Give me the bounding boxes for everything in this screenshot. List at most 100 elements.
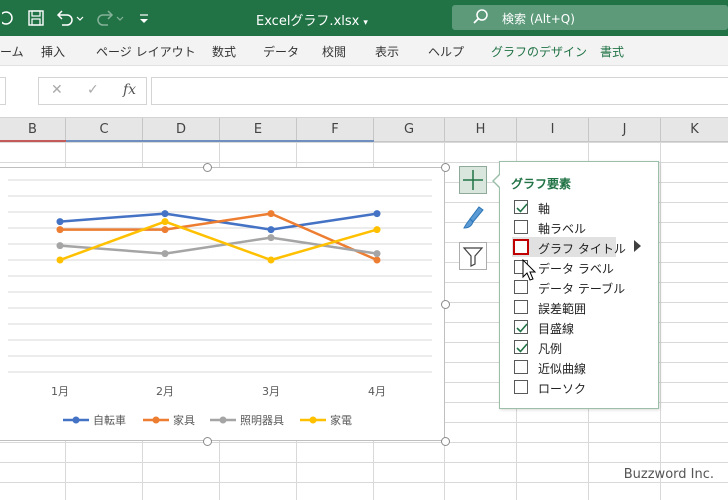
search-icon: [472, 8, 490, 26]
resize-handle-bottom[interactable]: [203, 437, 212, 446]
x-tick-label: 1月: [51, 385, 69, 398]
x-tick-label: 2月: [156, 385, 174, 398]
mouse-cursor-icon: [522, 259, 537, 281]
formula-input[interactable]: [151, 77, 728, 105]
chart-element-checkbox[interactable]: [514, 360, 528, 374]
data-point[interactable]: [373, 210, 381, 218]
filter-icon: [462, 247, 484, 267]
data-point[interactable]: [56, 218, 64, 226]
tab-review[interactable]: 校閲: [322, 43, 346, 60]
title-bar: Excelグラフ.xlsx ▾ 検索 (Alt+Q): [0, 0, 728, 36]
brush-icon: [463, 206, 484, 229]
column-header-c[interactable]: C: [66, 118, 143, 142]
chart-element-checkbox[interactable]: [514, 300, 528, 314]
data-point[interactable]: [161, 250, 169, 258]
chart-element-item[interactable]: 目盛線: [500, 317, 658, 337]
legend-label[interactable]: 家具: [173, 413, 195, 427]
column-header-h[interactable]: H: [445, 118, 517, 142]
save-icon[interactable]: [27, 9, 45, 31]
search-box[interactable]: 検索 (Alt+Q): [452, 5, 728, 30]
data-point[interactable]: [161, 218, 169, 226]
data-point[interactable]: [267, 226, 275, 234]
legend-marker: [72, 416, 80, 424]
resize-handle-right[interactable]: [441, 300, 450, 309]
chart-element-item[interactable]: 近似曲線: [500, 357, 658, 377]
chart-element-checkbox[interactable]: [514, 200, 528, 214]
tab-help[interactable]: ヘルプ: [428, 43, 464, 60]
checkmark-icon: [516, 203, 528, 213]
column-header-k[interactable]: K: [661, 118, 728, 142]
resize-handle-bottom-right[interactable]: [441, 437, 450, 446]
customize-toolbar-icon[interactable]: [138, 9, 150, 31]
chart-element-checkbox[interactable]: [514, 380, 528, 394]
document-title[interactable]: Excelグラフ.xlsx ▾: [256, 10, 368, 29]
data-point[interactable]: [56, 256, 64, 264]
data-point[interactable]: [267, 256, 275, 264]
data-point[interactable]: [267, 234, 275, 242]
data-point[interactable]: [267, 210, 275, 218]
chart-element-item[interactable]: 軸ラベル: [500, 217, 658, 237]
legend-marker: [152, 416, 160, 424]
tab-data[interactable]: データ: [263, 43, 299, 60]
legend-marker: [219, 416, 227, 424]
chart-element-label: 軸: [538, 202, 551, 216]
column-header-j[interactable]: J: [589, 118, 661, 142]
chart-elements-button[interactable]: [459, 166, 487, 194]
resize-handle-top-right[interactable]: [441, 163, 450, 172]
tab-view[interactable]: 表示: [375, 43, 399, 60]
data-point[interactable]: [161, 210, 169, 218]
tab-formulas[interactable]: 数式: [212, 43, 236, 60]
tab-home[interactable]: ーム: [0, 43, 24, 60]
resize-handle-top[interactable]: [203, 163, 212, 172]
column-header-f[interactable]: F: [297, 118, 374, 142]
chart-element-item[interactable]: 軸: [500, 197, 658, 217]
column-header-b[interactable]: B: [0, 118, 66, 142]
data-point[interactable]: [56, 226, 64, 234]
tab-chart-design[interactable]: グラフのデザイン: [491, 43, 587, 60]
column-header-d[interactable]: D: [143, 118, 220, 142]
name-box[interactable]: [0, 77, 6, 105]
chart-styles-button[interactable]: [459, 204, 487, 232]
data-point[interactable]: [56, 242, 64, 250]
insert-function-icon[interactable]: fx: [123, 82, 136, 98]
chart-element-item[interactable]: グラフ タイトル: [500, 237, 658, 257]
enter-icon[interactable]: ✓: [87, 82, 99, 98]
data-point[interactable]: [373, 250, 381, 258]
chart-element-item[interactable]: 凡例: [500, 337, 658, 357]
chart-element-checkbox[interactable]: [514, 320, 528, 334]
chart-filters-button[interactable]: [459, 242, 487, 270]
column-header-i[interactable]: I: [517, 118, 589, 142]
column-headers: B C D E F G H I J K: [0, 118, 728, 142]
chart-element-checkbox[interactable]: [514, 220, 528, 234]
redo-icon[interactable]: [95, 9, 125, 31]
column-header-g[interactable]: G: [374, 118, 445, 142]
chart-element-item[interactable]: ローソク: [500, 377, 658, 397]
tab-page-layout[interactable]: ページ レイアウト: [96, 43, 196, 60]
ribbon-tabs: ーム 挿入 ページ レイアウト 数式 データ 校閲 表示 ヘルプ グラフのデザイ…: [0, 36, 728, 66]
chart-element-checkbox[interactable]: [513, 239, 529, 255]
data-point[interactable]: [373, 256, 381, 264]
data-point[interactable]: [161, 226, 169, 234]
plus-icon: [463, 170, 483, 190]
cancel-icon[interactable]: ✕: [51, 82, 63, 98]
legend-label[interactable]: 自転車: [93, 413, 126, 427]
x-tick-label: 3月: [262, 385, 280, 398]
line-chart[interactable]: 1月 2月 3月 4月自転車 家具 照明器具 家電: [0, 167, 445, 441]
chart-element-label: 軸ラベル: [538, 222, 587, 236]
autosave-toggle-icon[interactable]: [0, 9, 16, 31]
chart-element-label: 近似曲線: [538, 362, 587, 376]
tab-format[interactable]: 書式: [600, 43, 624, 60]
chart-element-item[interactable]: 誤差範囲: [500, 297, 658, 317]
submenu-arrow-icon[interactable]: [634, 240, 641, 252]
data-point[interactable]: [373, 226, 381, 234]
tab-insert[interactable]: 挿入: [41, 43, 65, 60]
series-line[interactable]: [59, 220, 378, 262]
legend-label[interactable]: 家電: [330, 413, 352, 427]
chart-elements-panel: グラフ要素 軸軸ラベル グラフ タイトル データ ラベル データ テーブル 誤差範囲 目盛…: [499, 161, 659, 409]
legend-label[interactable]: 照明器具: [240, 414, 284, 427]
formula-buttons: ✕ ✓ fx: [38, 77, 147, 105]
x-tick-label: 4月: [368, 385, 386, 398]
column-header-e[interactable]: E: [220, 118, 297, 142]
undo-icon[interactable]: [55, 9, 85, 31]
chart-element-checkbox[interactable]: [514, 340, 528, 354]
